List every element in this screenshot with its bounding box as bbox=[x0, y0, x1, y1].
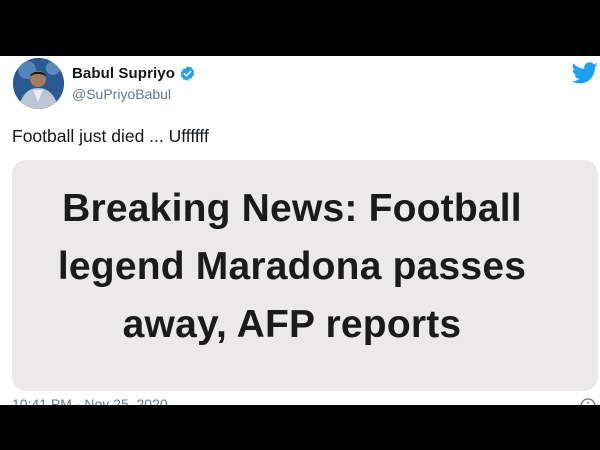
info-icon[interactable] bbox=[580, 398, 596, 405]
letterbox-top bbox=[0, 0, 600, 56]
display-name[interactable]: Babul Supriyo bbox=[72, 65, 175, 82]
user-handle[interactable]: @SuPriyoBabul bbox=[72, 86, 171, 102]
headline-line: Breaking News: Football bbox=[62, 187, 522, 230]
headline-line: legend Maradona passes bbox=[57, 245, 527, 288]
media-headline: Breaking News: Football legend Maradona … bbox=[12, 180, 572, 354]
verified-badge-icon bbox=[179, 65, 196, 82]
avatar[interactable] bbox=[13, 58, 64, 109]
tweet-text: Football just died ... Uffffff bbox=[12, 126, 209, 146]
letterbox-bottom bbox=[0, 405, 600, 450]
tweet-media-image[interactable]: Breaking News: Football legend Maradona … bbox=[12, 160, 598, 391]
tweet-timestamp[interactable]: 10:41 PM · Nov 25, 2020 bbox=[12, 396, 168, 405]
headline-line: away, AFP reports bbox=[122, 303, 462, 346]
tweet-card: Babul Supriyo @SuPriyoBabul Football jus… bbox=[0, 56, 600, 405]
avatar-photo bbox=[13, 58, 64, 109]
twitter-bird-icon[interactable] bbox=[571, 62, 598, 84]
